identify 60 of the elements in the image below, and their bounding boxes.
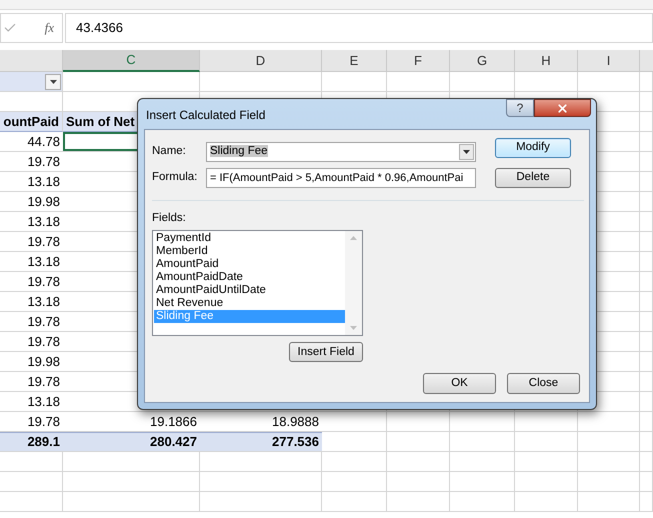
column-header[interactable]: F — [387, 50, 450, 72]
table-cell-text: Sum of Net — [65, 112, 136, 131]
filter-dropdown[interactable] — [45, 74, 61, 90]
function-button[interactable]: fx — [44, 18, 54, 38]
table-cell-text: 280.427 — [149, 433, 198, 452]
table-cell-text: 19.98 — [26, 192, 61, 211]
formula-field[interactable]: = IF(AmountPaid > 5,AmountPaid * 0.96,AmountPai — [206, 168, 476, 188]
table-cell-text: 19.78 — [26, 372, 61, 391]
table-cell-text: 19.78 — [26, 312, 61, 331]
caret-icon — [50, 80, 56, 84]
name-label: Name: — [152, 144, 187, 160]
up-arrow-icon — [350, 236, 357, 240]
table-cell-text: 289.1 — [26, 433, 61, 452]
column-header[interactable]: C — [63, 50, 200, 72]
table-cell-text: 13.18 — [26, 212, 61, 231]
down-arrow-icon — [350, 326, 357, 330]
table-cell-text: 13.18 — [26, 392, 61, 411]
close-button[interactable] — [534, 99, 591, 117]
formula-label: Formula: — [152, 170, 198, 186]
table-cell-text: 19.78 — [26, 152, 61, 171]
table-cell-text: 18.9888 — [271, 412, 320, 431]
window-title: Insert Calculated Field — [146, 107, 266, 124]
table-cell-text: 19.78 — [26, 272, 61, 291]
field-item[interactable]: AmountPaid — [154, 258, 345, 272]
column-header[interactable]: G — [450, 50, 515, 72]
delete-button[interactable]: Delete — [495, 168, 571, 188]
table-cell-text: 277.536 — [271, 433, 320, 452]
table-cell-text: 13.18 — [26, 292, 61, 311]
fields-list[interactable]: PaymentId MemberId AmountPaid AmountPaidDate AmountPaidUntilDate Net Revenue Sliding Fee — [152, 230, 363, 336]
ok-button[interactable]: OK — [423, 373, 496, 394]
field-item[interactable]: AmountPaidDate — [154, 271, 345, 284]
help-button[interactable]: ? — [506, 99, 534, 117]
table-cell-text: 13.18 — [26, 172, 61, 191]
scrollbar[interactable] — [345, 231, 362, 336]
table-cell-text: 19.98 — [26, 352, 61, 371]
table-cell-text: 44.78 — [26, 132, 61, 151]
caret-icon — [463, 150, 470, 154]
close-icon — [556, 102, 569, 114]
column-header[interactable]: D — [200, 50, 322, 72]
fields-label: Fields: — [152, 211, 187, 226]
close-dialog-button[interactable]: Close — [507, 373, 580, 394]
table-cell-text: 19.78 — [26, 332, 61, 351]
table-cell-text: 13.18 — [26, 252, 61, 271]
insert-field-button[interactable]: Insert Field — [289, 342, 363, 362]
name-value: Sliding Fee — [210, 144, 269, 160]
table-cell-text: ountPaid — [2, 112, 60, 131]
name-combo-box[interactable]: Sliding Fee — [206, 142, 476, 162]
dropdown-button[interactable] — [459, 144, 474, 160]
field-item[interactable]: PaymentId — [154, 232, 345, 246]
column-header[interactable]: I — [578, 50, 640, 72]
table-cell-text: 19.78 — [26, 232, 61, 251]
field-item[interactable]: Net Revenue — [154, 297, 345, 310]
field-item[interactable]: AmountPaidUntilDate — [154, 284, 345, 298]
column-header[interactable]: E — [322, 50, 387, 72]
field-item[interactable]: MemberId — [154, 245, 345, 258]
table-cell-text: 19.78 — [26, 412, 61, 431]
table-cell-text: 19.1866 — [149, 412, 198, 431]
modify-button[interactable]: Modify — [495, 138, 571, 158]
column-header[interactable]: H — [515, 50, 578, 72]
formula-input[interactable]: 43.4366 — [65, 13, 653, 43]
